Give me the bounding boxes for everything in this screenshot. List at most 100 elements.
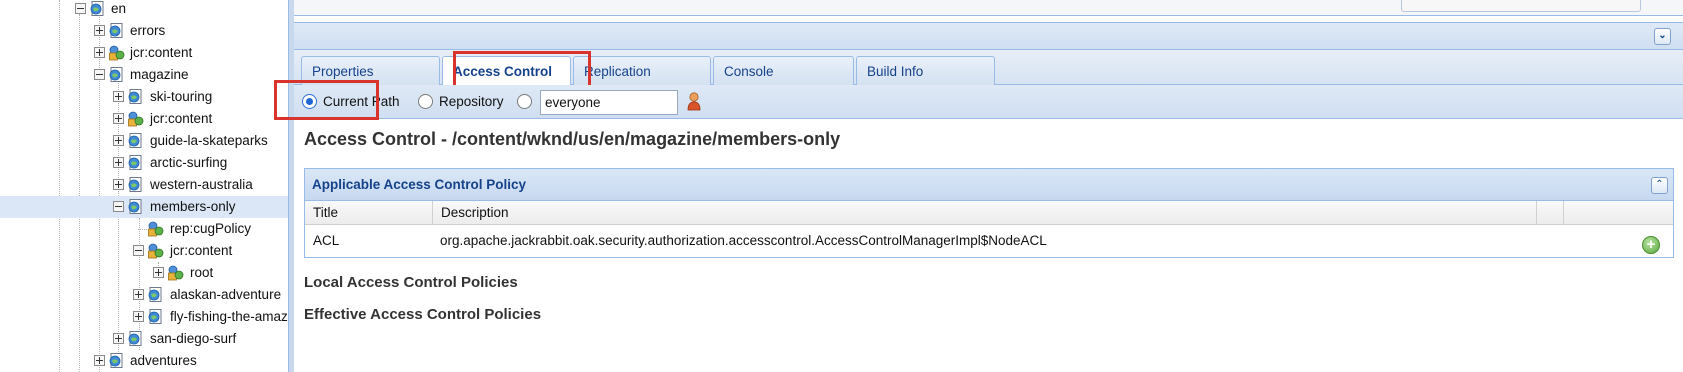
expand-icon[interactable] [113,333,124,344]
local-policies-heading: Local Access Control Policies [304,274,518,291]
radio-button[interactable] [302,94,317,109]
expand-icon[interactable] [133,311,144,322]
tree-node-label: alaskan-adventure [170,287,282,302]
page-node-icon [127,132,144,149]
tree-node-label: adventures [130,353,197,368]
tree-node-label: magazine [130,67,189,82]
radio-label-repository: Repository [439,94,504,109]
radio-repository[interactable]: Repository [418,94,504,109]
panel-title: Applicable Access Control Policy [312,177,527,192]
cell-description: org.apache.jackrabbit.oak.security.autho… [440,233,1047,248]
collapse-icon[interactable] [113,201,124,212]
radio-button[interactable] [418,94,433,109]
add-entry-button[interactable]: + [1642,236,1660,254]
radio-principal[interactable] [517,94,538,109]
principal-input[interactable] [540,90,678,115]
effective-policies-heading: Effective Access Control Policies [304,306,542,323]
tree-node[interactable]: jcr:content [0,42,288,64]
tree-node[interactable]: rep:cugPolicy [0,218,288,240]
tab-replication[interactable]: Replication [573,56,711,85]
tree-node[interactable]: san-diego-surf [0,328,288,350]
page-node-icon [108,22,125,39]
top-strip [294,0,1683,16]
table-header: Title Description [305,201,1673,225]
tree-node-label: en [111,1,127,16]
search-box[interactable] [1401,0,1641,12]
column-header-description[interactable]: Description [433,201,1537,225]
tree-node[interactable]: members-only [0,196,288,218]
column-header-blank [1537,201,1564,225]
content-node-icon [147,242,164,259]
tree-node-label: fly-fishing-the-amaz [170,309,288,324]
tree-node-label: jcr:content [130,45,193,60]
main-panel: ⌄ Properties Access Control Replication … [274,0,1683,372]
expand-icon[interactable] [94,25,105,36]
tree-node-label: arctic-surfing [150,155,228,170]
tree-node[interactable]: en [0,0,288,20]
collapse-icon[interactable] [133,245,144,256]
content-node-icon [127,110,144,127]
tree-connector [138,229,147,230]
tree-node[interactable]: alaskan-adventure [0,284,288,306]
page-node-icon [89,0,106,17]
expand-icon[interactable] [113,91,124,102]
tree-node[interactable]: jcr:content [0,108,288,130]
radio-current-path[interactable]: Current Path [302,94,400,109]
radio-button[interactable] [517,94,532,109]
tab-properties[interactable]: Properties [301,56,440,85]
scope-toolbar: Current Path Repository [294,85,1683,119]
tab-access-control[interactable]: Access Control [442,56,571,86]
expand-icon[interactable] [94,355,105,366]
tab-console[interactable]: Console [713,56,854,85]
tab-build-info[interactable]: Build Info [856,56,995,85]
tree-node-label: errors [130,23,166,38]
tree-node-label: root [190,265,214,280]
page-node-icon [108,352,125,369]
column-header-title[interactable]: Title [305,201,433,225]
tree-node[interactable]: adventures [0,350,288,372]
tree-node-label: western-australia [150,177,253,192]
expand-icon[interactable] [113,113,124,124]
tree-node[interactable]: western-australia [0,174,288,196]
tree-node[interactable]: ski-touring [0,86,288,108]
table-row[interactable]: ACL org.apache.jackrabbit.oak.security.a… [305,225,1673,257]
tree-node-label: jcr:content [150,111,213,126]
content-node-icon [108,44,125,61]
collapse-up-icon[interactable]: ⌃ [1651,177,1668,194]
expand-icon[interactable] [113,179,124,190]
collapse-icon[interactable] [75,3,86,14]
expand-icon[interactable] [133,289,144,300]
content-node-icon [167,264,184,281]
expand-icon[interactable] [113,135,124,146]
applicable-policy-panel: Applicable Access Control Policy ⌃ Title… [304,168,1674,258]
content-node-icon [147,220,164,237]
tree-node-label: guide-la-skateparks [150,133,268,148]
page-node-icon [127,330,144,347]
page-node-icon [127,176,144,193]
tree-node[interactable]: guide-la-skateparks [0,130,288,152]
tab-strip: Properties Access Control Replication Co… [294,50,1683,86]
tree-node-label: san-diego-surf [150,331,237,346]
page-node-icon [108,66,125,83]
collapse-down-icon[interactable]: ⌄ [1654,28,1671,45]
panel-header: Applicable Access Control Policy ⌃ [305,169,1673,201]
page-node-icon [127,198,144,215]
tree-node[interactable]: jcr:content [0,240,288,262]
content-tree: en errors jcr:content magazine ski-touri… [0,0,288,372]
tree-node[interactable]: errors [0,20,288,42]
user-icon[interactable] [686,91,702,111]
expand-icon[interactable] [94,47,105,58]
tree-node[interactable]: arctic-surfing [0,152,288,174]
tree-node-label: jcr:content [170,243,233,258]
tree-node-label: rep:cugPolicy [170,221,252,236]
tree-node-label: ski-touring [150,89,213,104]
tree-node-label: members-only [150,199,236,214]
tree-node[interactable]: fly-fishing-the-amaz [0,306,288,328]
expand-icon[interactable] [113,157,124,168]
cell-title: ACL [313,233,340,248]
page-title: Access Control - /content/wknd/us/en/mag… [304,129,841,149]
collapse-icon[interactable] [94,69,105,80]
tree-node[interactable]: magazine [0,64,288,86]
expand-icon[interactable] [153,267,164,278]
tree-node[interactable]: root [0,262,288,284]
